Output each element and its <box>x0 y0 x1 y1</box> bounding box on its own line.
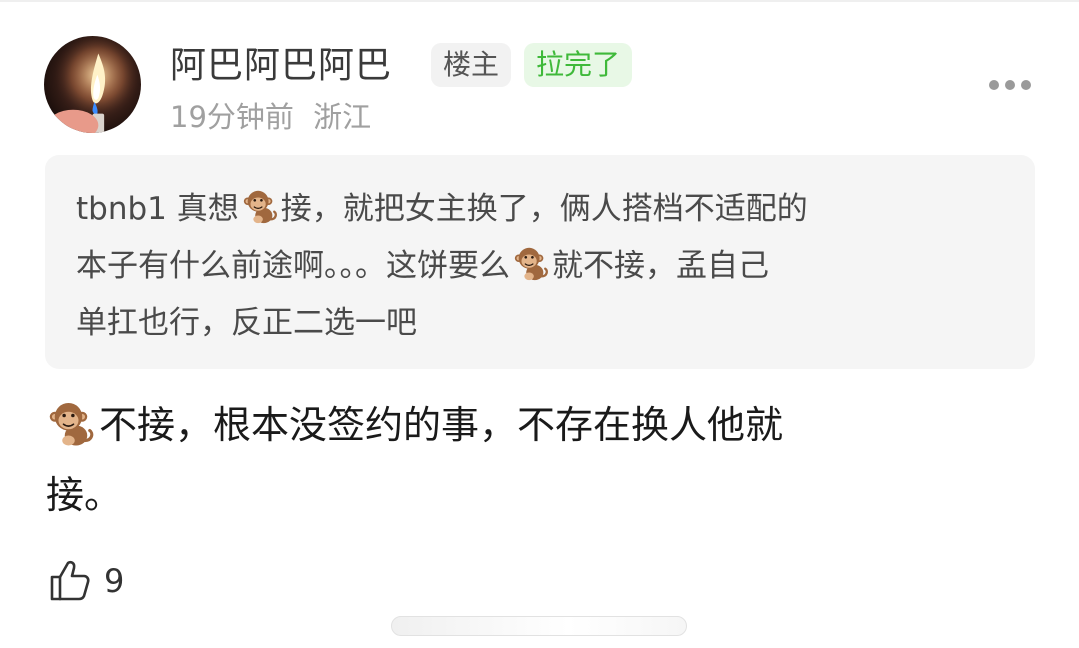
comment-meta: 19分钟前 浙江 <box>170 99 371 135</box>
quoted-comment[interactable]: tbnb1 真想 接，就把女主换了，俩人搭档不适配的 本子有什么前途啊。。。这饼要… <box>45 155 1035 369</box>
more-dots-icon <box>989 80 1031 90</box>
text-segment: tbnb1 真想 <box>76 191 239 227</box>
comment-body: 不接，根本没签约的事，不存在换人他就 接。 <box>46 390 986 530</box>
thumbs-up-icon <box>50 560 90 601</box>
status-badge: 拉完了 <box>524 43 633 87</box>
text-segment: 不接，根本没签约的事，不存在换人他就 接。 <box>46 403 784 517</box>
avatar[interactable] <box>44 36 141 133</box>
monkey-emoji <box>514 247 548 281</box>
owner-badge: 楼主 <box>431 43 512 87</box>
monkey-emoji <box>49 403 94 446</box>
like-button[interactable]: 9 <box>46 556 124 606</box>
comment-card: 阿巴阿巴阿巴 楼主 拉完了 19分钟前 浙江 tbnb1 真想 接，就把女主换了，… <box>0 0 1079 648</box>
top-divider <box>0 0 1079 2</box>
comment-time: 19分钟前 <box>170 100 294 134</box>
monkey-emoji <box>243 190 277 224</box>
quoted-comment-text: tbnb1 真想 接，就把女主换了，俩人搭档不适配的 本子有什么前途啊。。。这饼要… <box>76 181 1005 352</box>
author-name[interactable]: 阿巴阿巴阿巴 <box>170 44 392 88</box>
loading-indicator <box>391 616 687 636</box>
lighter-flame-image <box>44 36 141 133</box>
more-options-button[interactable] <box>984 72 1036 98</box>
comment-location: 浙江 <box>313 100 372 134</box>
like-count: 9 <box>104 562 125 600</box>
